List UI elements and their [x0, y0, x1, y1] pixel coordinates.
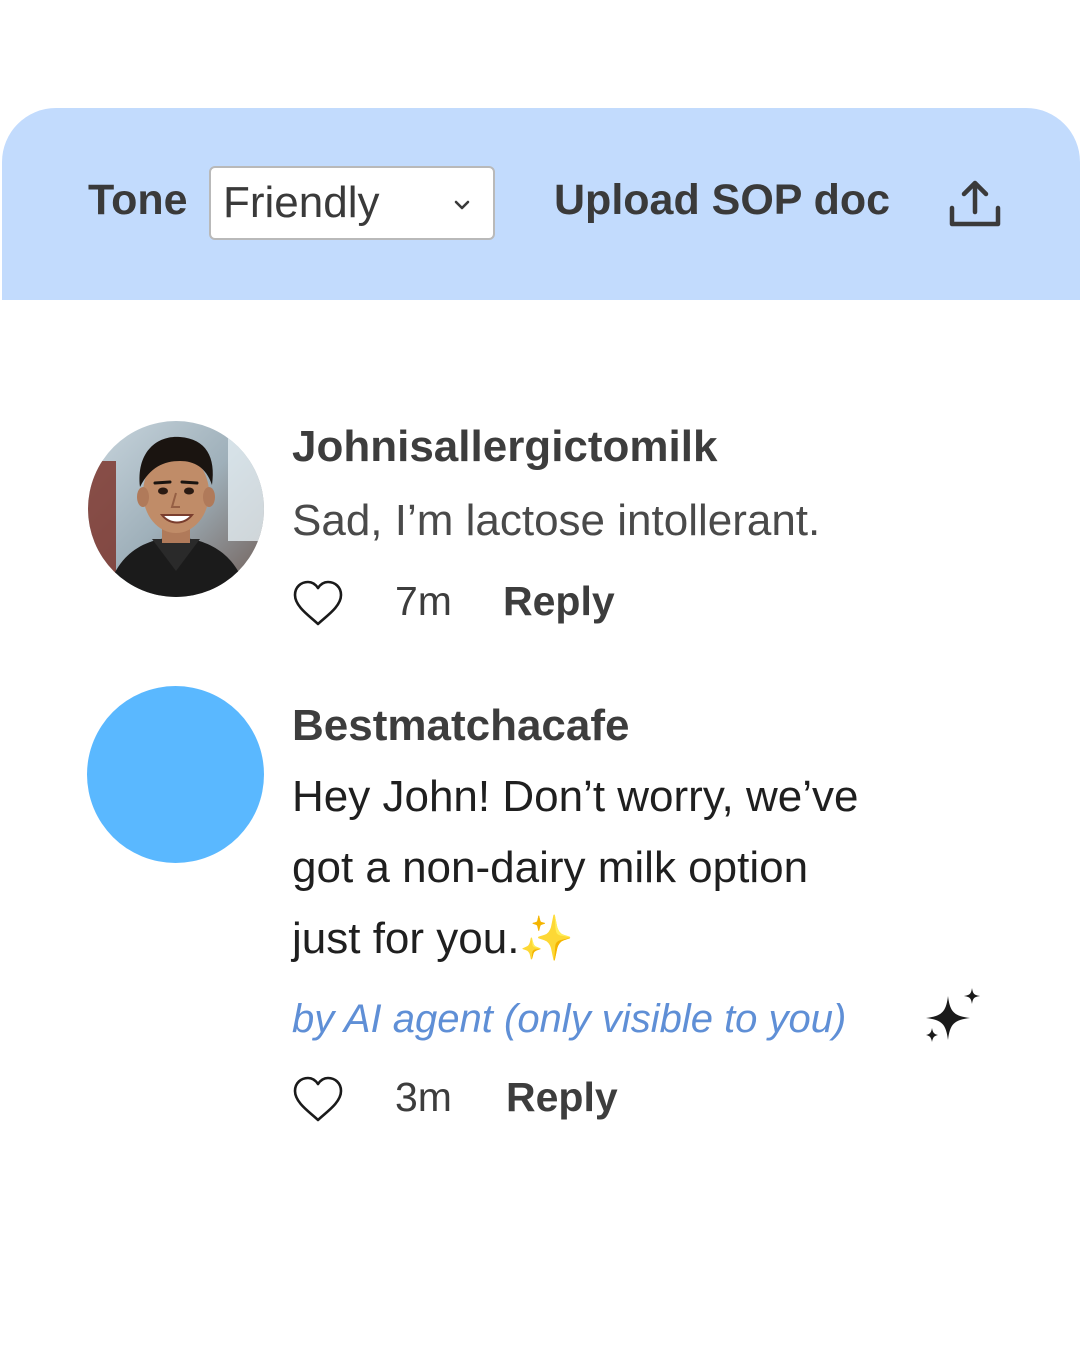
- page: Tone Friendly Upload SOP doc Johnisaller…: [0, 0, 1080, 1350]
- tone-select[interactable]: Friendly: [209, 166, 495, 240]
- upload-icon: [949, 180, 1001, 227]
- heart-icon[interactable]: [291, 579, 345, 629]
- comment-username[interactable]: Bestmatchacafe: [292, 699, 630, 753]
- ai-agent-note: by AI agent (only visible to you): [292, 997, 847, 1041]
- heart-icon[interactable]: [291, 1075, 345, 1125]
- avatar[interactable]: [88, 421, 264, 597]
- comment-text-line-1: Hey John! Don’t worry, we’ve: [292, 772, 859, 821]
- comment-username[interactable]: Johnisallergictomilk: [292, 420, 717, 474]
- comment-text-line-3: just for you.✨: [292, 914, 575, 963]
- comment-time: 7m: [395, 578, 452, 624]
- upload-sop-label: Upload SOP doc: [554, 176, 891, 224]
- comment-text-line-2: got a non-dairy milk option: [292, 843, 809, 892]
- upload-sop-button[interactable]: Upload SOP doc: [554, 168, 1014, 238]
- comment-text: Sad, I’m lactose intollerant.: [292, 496, 821, 545]
- sparkle-icon: [926, 988, 980, 1042]
- comment-time: 3m: [395, 1074, 452, 1120]
- tone-selected-value: Friendly: [223, 178, 380, 227]
- tone-label: Tone: [88, 176, 188, 224]
- profile-photo-icon: [88, 421, 264, 597]
- reply-button[interactable]: Reply: [503, 576, 615, 626]
- avatar[interactable]: [87, 686, 264, 863]
- reply-button[interactable]: Reply: [506, 1072, 618, 1122]
- chevron-down-icon: [454, 200, 470, 210]
